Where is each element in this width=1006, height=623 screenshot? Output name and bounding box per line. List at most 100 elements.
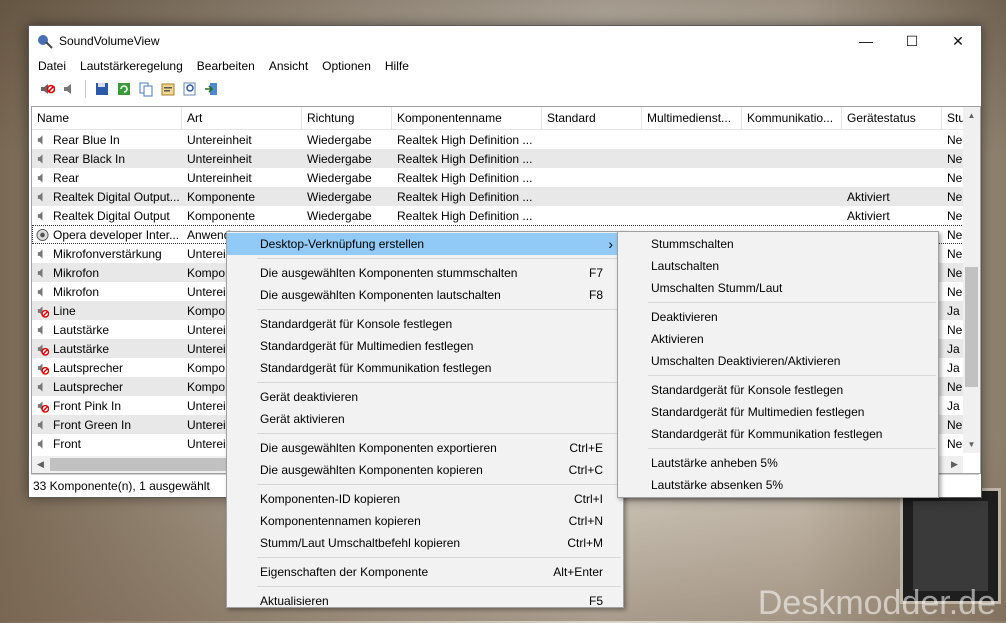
cell-name: Realtek Digital Output... (32, 190, 182, 204)
context-item-12[interactable]: Stumm/Laut Umschaltbefehl kopieren Ctrl+M (227, 532, 623, 554)
menu-optionen[interactable]: Optionen (315, 59, 378, 73)
maximize-icon[interactable]: ☐ (889, 26, 935, 56)
vertical-scrollbar[interactable]: ▲ ▼ (963, 107, 980, 453)
submenu-item-6[interactable]: Standardgerät für Konsole festlegen (618, 379, 938, 401)
context-item-1[interactable]: Die ausgewählten Komponenten stummschalt… (227, 262, 623, 284)
copy-icon[interactable] (136, 79, 156, 99)
table-row[interactable]: Rear Untereinheit Wiedergabe Realtek High D… (32, 168, 980, 187)
watermark: Deskmodder.de (758, 584, 996, 623)
speaker-icon (36, 323, 49, 337)
menu-bearbeiten[interactable]: Bearbeiten (190, 59, 262, 73)
menu-hilfe[interactable]: Hilfe (378, 59, 416, 73)
menu-ansicht[interactable]: Ansicht (262, 59, 315, 73)
mute-icon[interactable] (37, 79, 57, 99)
context-item-10[interactable]: Komponenten-ID kopieren Ctrl+I (227, 488, 623, 510)
speaker-icon (36, 437, 49, 451)
cell-name: Realtek Digital Output (32, 209, 182, 223)
muted-speaker-icon (36, 304, 49, 318)
table-row[interactable]: Rear Black In Untereinheit Wiedergabe Realt… (32, 149, 980, 168)
context-item-shortcut: F5 (589, 594, 603, 608)
scroll-left-icon[interactable]: ◀ (32, 456, 49, 473)
cell-komp: Realtek High Definition ... (392, 171, 542, 185)
cell-komp: Realtek High Definition ... (392, 209, 542, 223)
cell-name: Lautstärke (32, 323, 182, 337)
list-header: Name Art Richtung Komponentenname Standa… (32, 107, 980, 130)
table-row[interactable]: Rear Blue In Untereinheit Wiedergabe Realte… (32, 130, 980, 149)
table-row[interactable]: Realtek Digital Output Komponente Wiederga… (32, 206, 980, 225)
status-text: 33 Komponente(n), 1 ausgewählt (31, 479, 210, 493)
submenu-item-1[interactable]: Lautschalten (618, 255, 938, 277)
context-item-label: Desktop-Verknüpfung erstellen (227, 237, 424, 251)
properties-icon[interactable] (158, 79, 178, 99)
cell-name: Rear Black In (32, 152, 182, 166)
speaker-icon[interactable] (59, 79, 79, 99)
menu-lautstaerkeregelung[interactable]: Lautstärkeregelung (73, 59, 190, 73)
context-item-9[interactable]: Die ausgewählten Komponenten kopieren Ctr… (227, 459, 623, 481)
context-item-label: Gerät aktivieren (227, 412, 345, 426)
title-bar[interactable]: SoundVolumeView — ☐ ✕ (29, 26, 981, 56)
minimize-icon[interactable]: — (843, 26, 889, 56)
vertical-scroll-thumb[interactable] (965, 267, 978, 387)
col-header-art[interactable]: Art (182, 107, 302, 129)
context-item-6[interactable]: Gerät deaktivieren (227, 386, 623, 408)
col-header-name[interactable]: Name (32, 107, 182, 129)
submenu-item-5[interactable]: Umschalten Deaktivieren/Aktivieren (618, 350, 938, 372)
scroll-right-icon[interactable]: ▶ (946, 456, 963, 473)
context-item-8[interactable]: Die ausgewählten Komponenten exportieren… (227, 437, 623, 459)
table-row[interactable]: Realtek Digital Output... Komponente Wiede… (32, 187, 980, 206)
speaker-icon (36, 285, 49, 299)
row-name-label: Realtek Digital Output (53, 209, 170, 223)
context-item-13[interactable]: Eigenschaften der Komponente Alt+Enter (227, 561, 623, 583)
context-item-3[interactable]: Standardgerät für Konsole festlegen (227, 313, 623, 335)
speaker-icon (36, 380, 49, 394)
cell-richtung: Wiedergabe (302, 190, 392, 204)
menu-datei[interactable]: Datei (31, 59, 73, 73)
submenu-item-10[interactable]: Lautstärke absenken 5% (618, 474, 938, 496)
cell-name: Front Pink In (32, 399, 182, 413)
find-icon[interactable] (180, 79, 200, 99)
close-icon[interactable]: ✕ (935, 26, 981, 56)
context-item-5[interactable]: Standardgerät für Kommunikation festlege… (227, 357, 623, 379)
cell-komp: Realtek High Definition ... (392, 152, 542, 166)
context-item-14[interactable]: Aktualisieren F5 (227, 590, 623, 612)
row-name-label: Front (53, 437, 81, 451)
col-header-multimedien[interactable]: Multimedienst... (642, 107, 742, 129)
context-item-0[interactable]: Desktop-Verknüpfung erstellen › (227, 233, 623, 255)
context-item-11[interactable]: Komponentennamen kopieren Ctrl+N (227, 510, 623, 532)
muted-speaker-icon (36, 399, 49, 413)
submenu-item-3[interactable]: Deaktivieren (618, 306, 938, 328)
cell-name: Mikrofon (32, 285, 182, 299)
horizontal-scroll-thumb[interactable] (50, 458, 250, 471)
submenu-item-2[interactable]: Umschalten Stumm/Laut (618, 277, 938, 299)
exit-icon[interactable] (202, 79, 222, 99)
cell-name: Front (32, 437, 182, 451)
context-item-2[interactable]: Die ausgewählten Komponenten lautschalte… (227, 284, 623, 306)
speaker-icon (36, 209, 49, 223)
col-header-kommunikation[interactable]: Kommunikatio... (742, 107, 842, 129)
col-header-standard[interactable]: Standard (542, 107, 642, 129)
context-item-label: Gerät deaktivieren (227, 390, 358, 404)
context-item-4[interactable]: Standardgerät für Multimedien festlegen (227, 335, 623, 357)
menu-separator (257, 382, 621, 383)
save-icon[interactable] (92, 79, 112, 99)
cell-richtung: Wiedergabe (302, 171, 392, 185)
submenu-item-0[interactable]: Stummschalten (618, 233, 938, 255)
row-name-label: Mikrofon (53, 266, 99, 280)
speaker-icon (36, 152, 49, 166)
toolbar (29, 76, 981, 101)
submenu-item-9[interactable]: Lautstärke anheben 5% (618, 452, 938, 474)
refresh-icon[interactable] (114, 79, 134, 99)
col-header-geraetestatus[interactable]: Gerätestatus (842, 107, 942, 129)
scroll-down-icon[interactable]: ▼ (963, 436, 980, 453)
submenu-item-4[interactable]: Aktivieren (618, 328, 938, 350)
cell-name: Lautstärke (32, 342, 182, 356)
row-name-label: Mikrofonverstärkung (53, 247, 162, 261)
col-header-richtung[interactable]: Richtung (302, 107, 392, 129)
submenu-item-8[interactable]: Standardgerät für Kommunikation festlege… (618, 423, 938, 445)
context-item-7[interactable]: Gerät aktivieren (227, 408, 623, 430)
submenu-item-label: Deaktivieren (618, 310, 718, 324)
scroll-up-icon[interactable]: ▲ (963, 107, 980, 124)
submenu-item-7[interactable]: Standardgerät für Multimedien festlegen (618, 401, 938, 423)
cell-name: Lautsprecher (32, 380, 182, 394)
col-header-komponentenname[interactable]: Komponentenname (392, 107, 542, 129)
